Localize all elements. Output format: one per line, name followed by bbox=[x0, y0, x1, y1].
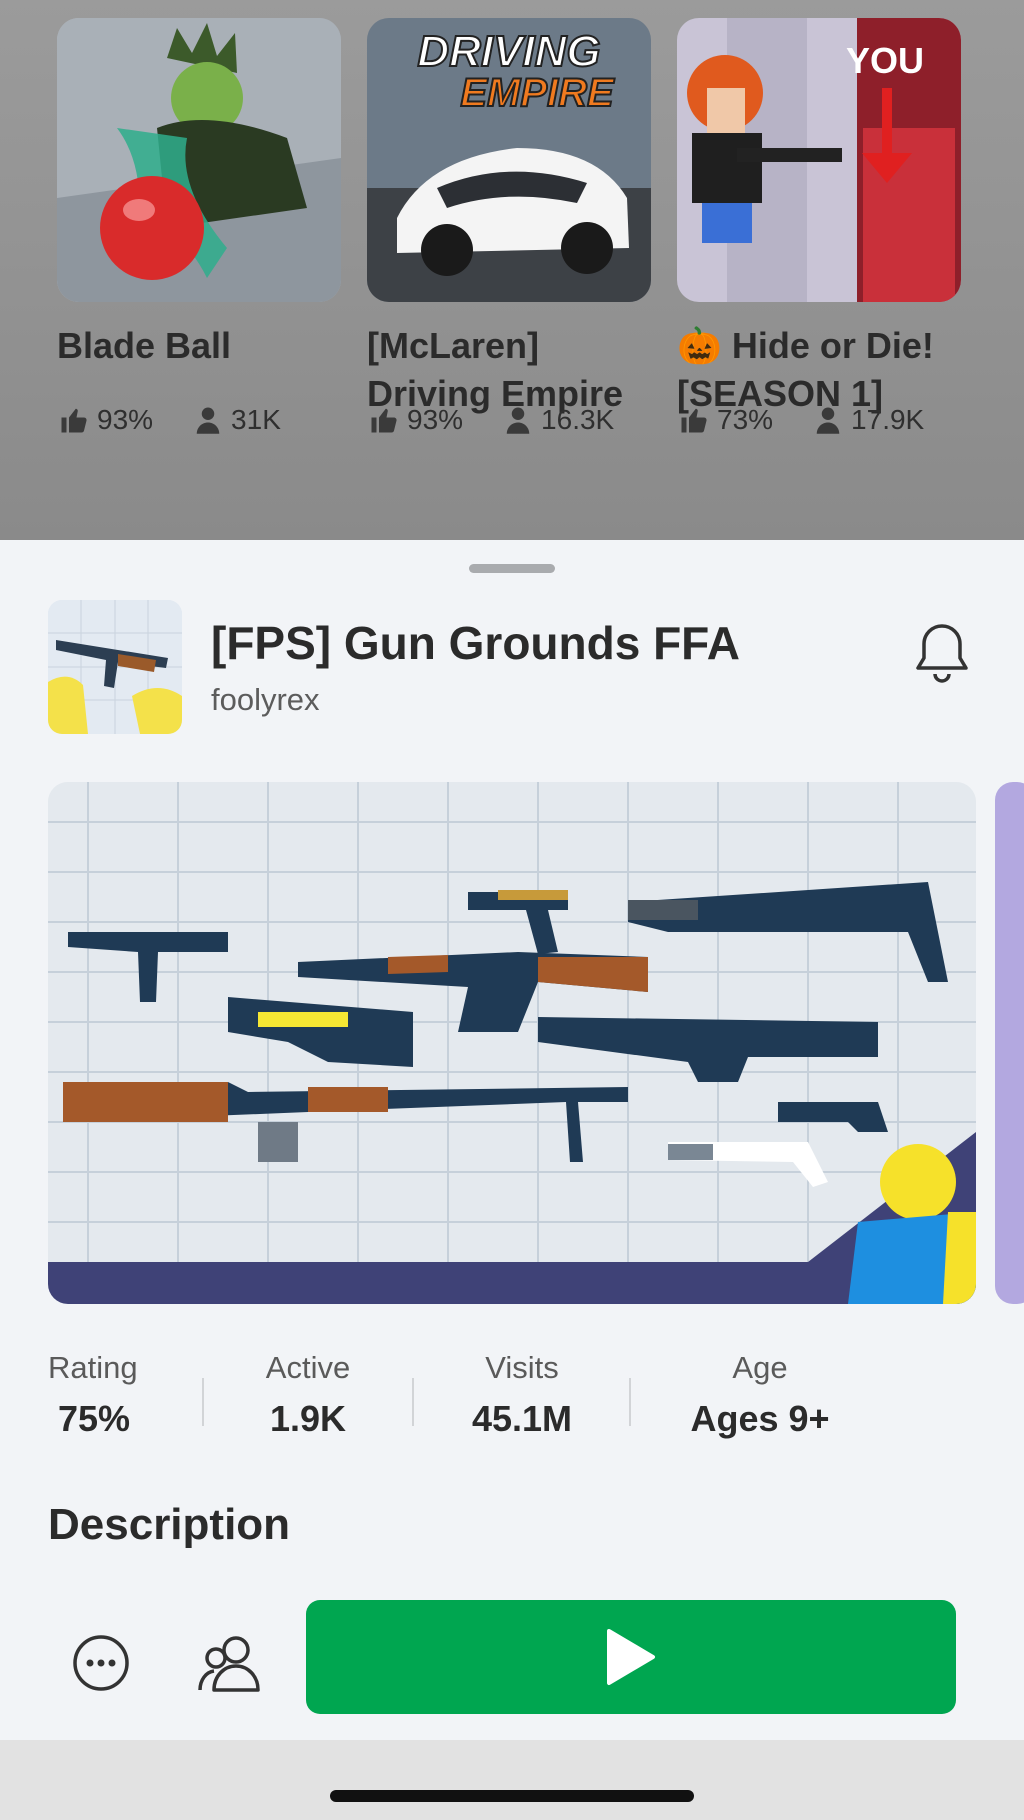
game-thumbnail bbox=[57, 18, 341, 302]
more-options-button[interactable] bbox=[68, 1630, 134, 1696]
game-card-driving-empire[interactable]: DRIVING EMPIRE [McLaren] Driving Empire bbox=[367, 18, 651, 418]
stat-age: Age Ages 9+ bbox=[670, 1350, 850, 1440]
stat-label: Visits bbox=[485, 1350, 559, 1385]
svg-text:EMPIRE: EMPIRE bbox=[460, 71, 615, 115]
game-card-stats: 93% 31K bbox=[59, 404, 321, 436]
next-media-preview[interactable] bbox=[995, 782, 1024, 1304]
game-card-stats: 93% 16.3K bbox=[369, 404, 654, 436]
friends-icon bbox=[198, 1636, 260, 1692]
stat-value: 1.9K bbox=[269, 1398, 347, 1439]
thumbs-up-icon bbox=[371, 408, 397, 433]
rating-value: 93% bbox=[97, 404, 154, 435]
game-card-stats: 73% 17.9K bbox=[679, 404, 964, 436]
stat-value: 75% bbox=[58, 1398, 131, 1439]
game-card-blade-ball[interactable]: Blade Ball bbox=[57, 18, 341, 370]
action-bar bbox=[0, 1600, 1024, 1740]
stat-active: Active 1.9K bbox=[248, 1350, 368, 1440]
players-value: 16.3K bbox=[541, 404, 615, 435]
friends-button[interactable] bbox=[196, 1630, 266, 1696]
play-button[interactable] bbox=[306, 1600, 956, 1714]
home-indicator[interactable] bbox=[330, 1790, 694, 1802]
rating-value: 73% bbox=[717, 404, 774, 435]
play-icon bbox=[607, 1629, 655, 1685]
svg-text:YOU: YOU bbox=[846, 40, 924, 81]
system-home-bar bbox=[0, 1740, 1024, 1820]
game-thumbnail: DRIVING EMPIRE bbox=[367, 18, 651, 302]
game-card-title: Blade Ball bbox=[57, 325, 232, 366]
weapons-showcase-image bbox=[48, 782, 976, 1304]
blade-ball-art-icon bbox=[57, 18, 341, 302]
hide-or-die-art-icon: YOU bbox=[677, 18, 961, 302]
sheet-drag-handle[interactable] bbox=[469, 564, 555, 573]
stat-value: 45.1M bbox=[471, 1398, 573, 1439]
recommended-games: Blade Ball DRIVING EMPIRE [McLaren] Driv… bbox=[0, 0, 1024, 545]
stat-label: Rating bbox=[48, 1350, 138, 1385]
game-card-hide-or-die[interactable]: YOU 🎃 Hide or Die! [SEASON 1] bbox=[677, 18, 961, 418]
stat-divider bbox=[412, 1378, 414, 1426]
player-icon bbox=[816, 407, 840, 434]
bell-icon[interactable] bbox=[912, 620, 972, 684]
stat-divider bbox=[629, 1378, 631, 1426]
game-title: [FPS] Gun Grounds FFA bbox=[211, 617, 740, 669]
game-icon bbox=[48, 600, 182, 734]
game-details-sheet: [FPS] Gun Grounds FFA foolyrex Rating 75… bbox=[0, 540, 1024, 1740]
svg-text:DRIVING: DRIVING bbox=[417, 27, 600, 76]
game-author[interactable]: foolyrex bbox=[211, 682, 320, 718]
game-thumbnail: YOU bbox=[677, 18, 961, 302]
description-heading: Description bbox=[48, 1500, 291, 1549]
stat-label: Active bbox=[265, 1350, 351, 1385]
players-value: 31K bbox=[231, 404, 281, 435]
stat-label: Age bbox=[732, 1350, 788, 1385]
player-icon bbox=[196, 407, 220, 434]
player-icon bbox=[506, 407, 530, 434]
thumbs-up-icon bbox=[61, 408, 87, 433]
thumbs-up-icon bbox=[681, 408, 707, 433]
game-media-carousel[interactable] bbox=[48, 782, 976, 1304]
more-icon bbox=[73, 1635, 129, 1691]
game-stats: Rating 75% Active 1.9K Visits 45.1M Age … bbox=[0, 1350, 1024, 1460]
stat-divider bbox=[202, 1378, 204, 1426]
rating-value: 93% bbox=[407, 404, 464, 435]
players-value: 17.9K bbox=[851, 404, 925, 435]
stat-visits: Visits 45.1M bbox=[452, 1350, 592, 1440]
gun-grounds-icon bbox=[48, 600, 182, 734]
driving-empire-art-icon: DRIVING EMPIRE bbox=[367, 18, 651, 302]
stat-rating: Rating 75% bbox=[48, 1350, 144, 1440]
stat-value: Ages 9+ bbox=[690, 1398, 830, 1439]
